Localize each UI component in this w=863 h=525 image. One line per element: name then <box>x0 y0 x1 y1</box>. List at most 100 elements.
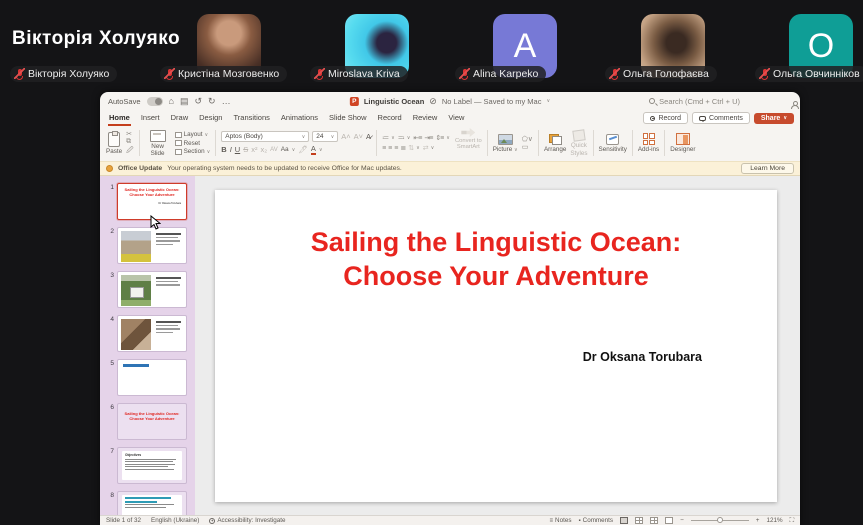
shapes-icon[interactable]: ⬠∨ <box>522 135 533 143</box>
comments-pane-button[interactable]: ▪Comments <box>579 517 614 524</box>
zoom-level[interactable]: 121% <box>766 517 782 524</box>
outdent-icon[interactable]: ⇤≡ <box>413 134 421 142</box>
tab-home[interactable]: Home <box>108 111 131 126</box>
thumbnail-slide-8[interactable]: 8 <box>100 489 195 515</box>
reset-button[interactable]: Reset <box>175 140 211 147</box>
font-size-combo[interactable]: 24∨ <box>312 131 338 142</box>
tab-insert[interactable]: Insert <box>140 111 161 126</box>
align-right-icon[interactable]: ≡ <box>394 145 397 152</box>
fit-to-window-icon[interactable]: ⛶ <box>790 517 794 525</box>
save-status[interactable]: No Label — Saved to my Mac <box>442 97 542 106</box>
picture-button[interactable]: Picture ∨ <box>493 134 518 153</box>
thumbnail-slide-7[interactable]: 7 Objectives <box>100 445 195 486</box>
autosave-toggle[interactable] <box>147 97 163 106</box>
search-box[interactable]: Search (Cmd + Ctrl + U) <box>649 97 740 106</box>
grow-font-icon[interactable]: A˄ <box>341 132 350 141</box>
chevron-down-icon: ∨ <box>302 134 306 140</box>
format-painter-icon[interactable]: 🖉 <box>126 146 133 157</box>
accessibility-status[interactable]: ✦ Accessibility: Investigate <box>209 517 285 524</box>
change-case-icon[interactable]: Aa <box>281 146 289 153</box>
font-color-icon[interactable]: A <box>311 144 316 155</box>
quick-styles-button[interactable]: Quick Styles <box>570 130 587 157</box>
highlight-color-icon[interactable]: 🖊 <box>298 145 308 154</box>
more-commands-icon[interactable]: … <box>222 96 231 106</box>
new-slide-button[interactable]: New Slide <box>145 130 171 157</box>
font-name-combo[interactable]: Aptos (Body)∨ <box>221 131 309 142</box>
slide-sorter-view-button[interactable] <box>635 517 643 524</box>
learn-more-button[interactable]: Learn More <box>741 163 794 174</box>
align-center-icon[interactable]: ≡ <box>388 145 391 152</box>
text-box-icon[interactable]: ▭ <box>522 143 533 151</box>
indent-icon[interactable]: ⇥≡ <box>424 134 432 142</box>
align-text-icon[interactable]: ⇄ <box>423 144 428 152</box>
office-update-banner: Office Update Your operating system need… <box>100 161 800 176</box>
tab-record[interactable]: Record <box>377 111 403 126</box>
paste-button[interactable]: Paste <box>106 132 122 155</box>
italic-button[interactable]: I <box>230 145 232 154</box>
thumbnail-slide-5[interactable]: 5 <box>100 357 195 398</box>
addins-button[interactable]: Add-ins <box>638 128 659 158</box>
align-left-icon[interactable]: ≡ <box>382 145 385 152</box>
language-indicator[interactable]: English (Ukraine) <box>151 517 199 524</box>
justify-icon[interactable]: ≣ <box>400 144 405 152</box>
zoom-slider-knob[interactable] <box>717 517 723 523</box>
slide-thumbnail-panel[interactable]: 1 Sailing the Linguistic Ocean:Choose Yo… <box>100 176 195 515</box>
search-icon <box>649 98 655 104</box>
character-spacing-icon[interactable]: AV <box>270 147 278 153</box>
zoom-slider[interactable] <box>691 520 749 521</box>
normal-view-button[interactable] <box>620 517 628 524</box>
record-button[interactable]: Record <box>643 112 688 124</box>
comments-button[interactable]: Comments <box>692 112 750 124</box>
slide-editor[interactable]: Sailing the Linguistic Ocean: Choose You… <box>195 176 800 515</box>
save-icon[interactable]: ▤ <box>180 96 189 107</box>
undo-icon[interactable]: ↺ <box>194 96 202 107</box>
zoom-in-button[interactable]: + <box>756 517 760 524</box>
arrange-button[interactable]: Arrange <box>544 134 566 153</box>
clear-formatting-icon[interactable]: A̷ <box>366 132 371 141</box>
copy-icon[interactable]: ⧉ <box>126 138 133 146</box>
convert-smartart-button[interactable]: Convert to SmartArt <box>455 128 482 158</box>
picture-icon <box>498 134 513 145</box>
thumbnail-slide-6[interactable]: 6 Sailing the Linguistic Ocean:Choose Yo… <box>100 401 195 442</box>
zoom-out-button[interactable]: − <box>680 517 684 524</box>
thumbnail-slide-2[interactable]: 2 <box>100 225 195 266</box>
notes-button[interactable]: ≡Notes <box>550 517 572 524</box>
numbering-icon[interactable]: ≕ <box>398 134 404 142</box>
subscript-icon[interactable]: x₂ <box>260 145 267 154</box>
tab-view[interactable]: View <box>447 111 465 126</box>
slide-title[interactable]: Sailing the Linguistic Ocean: Choose You… <box>215 226 777 294</box>
notification-message: Your operating system needs to be update… <box>167 165 402 172</box>
superscript-icon[interactable]: x² <box>251 145 257 154</box>
text-direction-icon[interactable]: ⇅ <box>408 144 413 152</box>
tab-design[interactable]: Design <box>198 111 223 126</box>
thumbnail-slide-1[interactable]: 1 Sailing the Linguistic Ocean:Choose Yo… <box>100 181 195 222</box>
slide-author[interactable]: Dr Oksana Torubara <box>215 350 702 364</box>
tab-review[interactable]: Review <box>412 111 439 126</box>
reading-view-button[interactable] <box>665 517 673 524</box>
underline-button[interactable]: U <box>235 145 240 154</box>
redo-icon[interactable]: ↻ <box>208 96 216 107</box>
strikethrough-button[interactable]: S <box>243 145 248 154</box>
grid-view-button[interactable] <box>650 517 658 524</box>
document-title[interactable]: Linguistic Ocean <box>364 97 424 106</box>
tab-draw[interactable]: Draw <box>170 111 190 126</box>
current-slide[interactable]: Sailing the Linguistic Ocean: Choose You… <box>215 190 777 502</box>
thumbnail-slide-3[interactable]: 3 <box>100 269 195 310</box>
section-menu[interactable]: Section∨ <box>175 148 211 155</box>
participant-label: Ольга Голофаєва <box>605 66 717 82</box>
thumbnail-slide-4[interactable]: 4 <box>100 313 195 354</box>
home-icon[interactable]: ⌂ <box>169 96 174 106</box>
shrink-font-icon[interactable]: A˅ <box>354 132 363 141</box>
tab-slide-show[interactable]: Slide Show <box>328 111 368 126</box>
designer-button[interactable]: Designer <box>670 128 695 158</box>
bold-button[interactable]: B <box>221 145 226 154</box>
tab-animations[interactable]: Animations <box>280 111 319 126</box>
cut-icon[interactable]: ✂ <box>126 130 133 138</box>
line-spacing-icon[interactable]: ⇕≡ <box>435 134 443 142</box>
layout-menu[interactable]: Layout∨ <box>175 131 211 138</box>
share-button[interactable]: Share∨ <box>754 113 794 124</box>
bullets-icon[interactable]: ≔ <box>382 134 388 142</box>
slide-counter[interactable]: Slide 1 of 32 <box>106 517 141 524</box>
tab-transitions[interactable]: Transitions <box>232 111 270 126</box>
sensitivity-button[interactable]: Sensitivity <box>599 128 627 158</box>
